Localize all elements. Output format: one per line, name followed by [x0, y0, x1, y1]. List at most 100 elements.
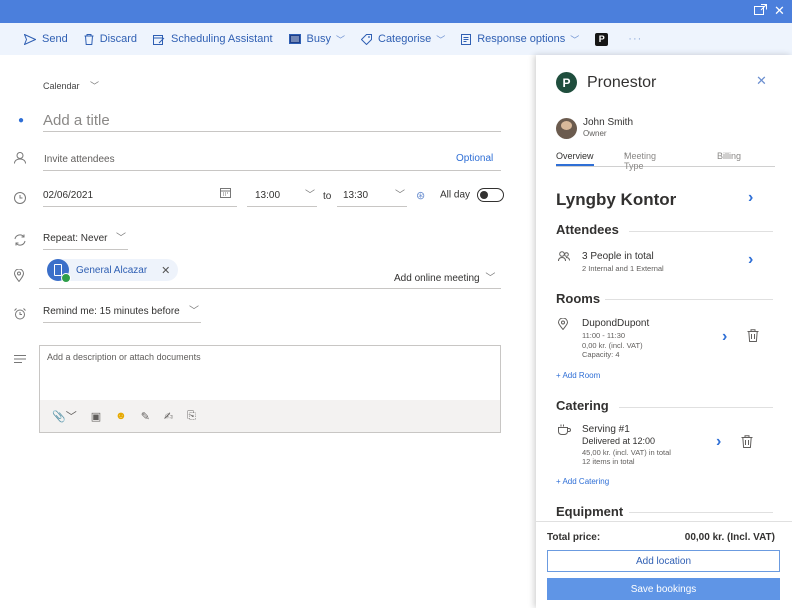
booking-footer: Total price: 00,00 kr. (Incl. VAT) Add l…: [536, 521, 792, 608]
invite-attendees-input[interactable]: [43, 149, 501, 171]
location-underline: [39, 288, 501, 289]
repeat-value: Repeat: Never: [43, 233, 108, 244]
tag-icon: [361, 33, 372, 45]
timezone-globe-icon[interactable]: ⊛: [416, 189, 425, 202]
all-day-label: All day: [440, 189, 471, 201]
title-bullet-icon: ●: [18, 115, 25, 126]
categorise-dropdown[interactable]: Categorise ﹀: [361, 33, 445, 46]
tab-overview[interactable]: Overview: [556, 151, 594, 166]
date-picker[interactable]: 02/06/2021: [43, 187, 237, 207]
description-lines-icon: [14, 350, 26, 368]
total-price-value: 00,00 kr. (Incl. VAT): [684, 532, 775, 543]
chevron-down-icon: ﹀: [436, 34, 446, 45]
discard-button[interactable]: Discard: [84, 33, 137, 45]
to-label: to: [323, 191, 332, 202]
calendar-label: Calendar: [43, 81, 80, 91]
response-options-label: Response options: [477, 33, 566, 45]
office-name: Lyngby Kontor: [556, 190, 677, 209]
add-online-meeting-select[interactable]: Add online meeting ﹀: [394, 269, 495, 284]
room-chevron-right-icon[interactable]: ›: [722, 328, 727, 346]
toggle-switch[interactable]: [476, 188, 504, 202]
catering-chevron-right-icon[interactable]: ›: [716, 433, 721, 451]
alarm-clock-icon: [14, 307, 26, 325]
discard-label: Discard: [99, 33, 137, 45]
attendees-detail: 2 Internal and 1 External: [582, 264, 664, 273]
delete-room-icon[interactable]: [747, 329, 759, 345]
attendees-summary: 3 People in total: [582, 251, 654, 262]
user-avatar: [556, 118, 577, 139]
chevron-down-icon: ﹀: [90, 81, 100, 91]
office-chevron-right-icon[interactable]: ›: [748, 189, 753, 207]
response-options-dropdown[interactable]: Response options ﹀: [461, 33, 579, 46]
signature-icon[interactable]: ✍: [164, 410, 173, 423]
pronestor-pane: P Pronestor ✕ John Smith Owner Overview …: [536, 55, 792, 608]
delete-catering-icon[interactable]: [741, 435, 753, 451]
add-catering-link[interactable]: + Add Catering: [556, 477, 609, 486]
send-button[interactable]: Send: [24, 33, 68, 45]
divider: [619, 407, 773, 408]
start-time-select[interactable]: 13:00 ﹀: [247, 187, 317, 207]
online-meeting-label: Add online meeting: [394, 273, 480, 284]
end-time-select[interactable]: 13:30 ﹀: [337, 187, 407, 207]
description-toolbar: 📎﹀ ▣ ☻ ✎ ✍ ⎘: [40, 400, 500, 432]
remove-location-icon[interactable]: ✕: [161, 264, 170, 277]
chevron-down-icon: ﹀: [189, 306, 199, 317]
popout-icon[interactable]: [754, 3, 767, 19]
end-time-value: 13:30: [343, 190, 369, 201]
tab-billing[interactable]: Billing: [717, 151, 741, 161]
add-location-button[interactable]: Add location: [547, 550, 780, 572]
categorise-label: Categorise: [378, 33, 432, 45]
repeat-icon: [14, 233, 26, 251]
room-capacity: Capacity: 4: [582, 350, 620, 359]
calendar-selector[interactable]: Calendar ﹀: [43, 79, 99, 92]
chevron-down-icon: ﹀: [305, 190, 315, 201]
location-pin-icon: [557, 317, 569, 333]
catering-price: 45,00 kr. (incl. VAT) in total: [582, 448, 671, 457]
calendar-icon: [220, 187, 231, 205]
repeat-select[interactable]: Repeat: Never ﹀: [43, 230, 128, 250]
pronestor-addin-icon[interactable]: P: [595, 32, 609, 46]
title-input[interactable]: [43, 110, 501, 132]
emoji-icon[interactable]: ☻: [115, 410, 127, 422]
equipment-heading: Equipment: [556, 504, 624, 519]
close-pane-icon[interactable]: ✕: [756, 73, 767, 89]
busy-label: Busy: [306, 33, 331, 45]
busy-dropdown[interactable]: Busy ﹀: [288, 33, 345, 46]
people-icon: [558, 251, 570, 265]
coffee-cup-icon: [558, 424, 571, 438]
format-painter-icon[interactable]: ✎: [141, 410, 150, 423]
scheduling-assistant-button[interactable]: Scheduling Assistant: [153, 33, 273, 45]
loop-component-icon[interactable]: ⎘: [187, 410, 196, 423]
divider: [629, 231, 773, 232]
all-day-toggle[interactable]: All day: [440, 188, 504, 202]
room-price: 0,00 kr. (incl. VAT): [582, 341, 643, 350]
divider: [605, 299, 773, 300]
rooms-heading: Rooms: [556, 291, 601, 306]
location-chip[interactable]: General Alcazar ✕: [47, 259, 179, 283]
trash-icon: [84, 33, 94, 45]
close-window-icon[interactable]: ✕: [774, 3, 785, 19]
attendees-chevron-right-icon[interactable]: ›: [748, 251, 753, 269]
user-role: Owner: [583, 129, 607, 138]
more-options-icon[interactable]: ···: [628, 33, 642, 45]
attendees-heading: Attendees: [556, 222, 619, 237]
send-label: Send: [42, 33, 68, 45]
room-time: 11:00 - 11:30: [582, 331, 626, 340]
reminder-value: Remind me: 15 minutes before: [43, 306, 180, 317]
reminder-select[interactable]: Remind me: 15 minutes before ﹀: [43, 303, 201, 323]
divider: [629, 512, 773, 513]
description-input[interactable]: [40, 346, 500, 402]
chevron-down-icon: ﹀: [570, 34, 580, 45]
calendar-edit-icon: [153, 34, 165, 45]
optional-attendees-link[interactable]: Optional: [456, 153, 493, 164]
pane-title: Pronestor: [587, 74, 657, 91]
add-room-link[interactable]: + Add Room: [556, 371, 600, 380]
save-bookings-button[interactable]: Save bookings: [547, 578, 780, 600]
window-titlebar: ✕: [0, 0, 792, 23]
date-value: 02/06/2021: [43, 190, 94, 201]
attach-icon[interactable]: 📎﹀: [52, 408, 77, 424]
catering-delivered: Delivered at 12:00: [582, 436, 656, 446]
insert-image-icon[interactable]: ▣: [91, 410, 101, 423]
start-time-value: 13:00: [255, 190, 281, 201]
scheduling-assistant-label: Scheduling Assistant: [171, 33, 273, 45]
